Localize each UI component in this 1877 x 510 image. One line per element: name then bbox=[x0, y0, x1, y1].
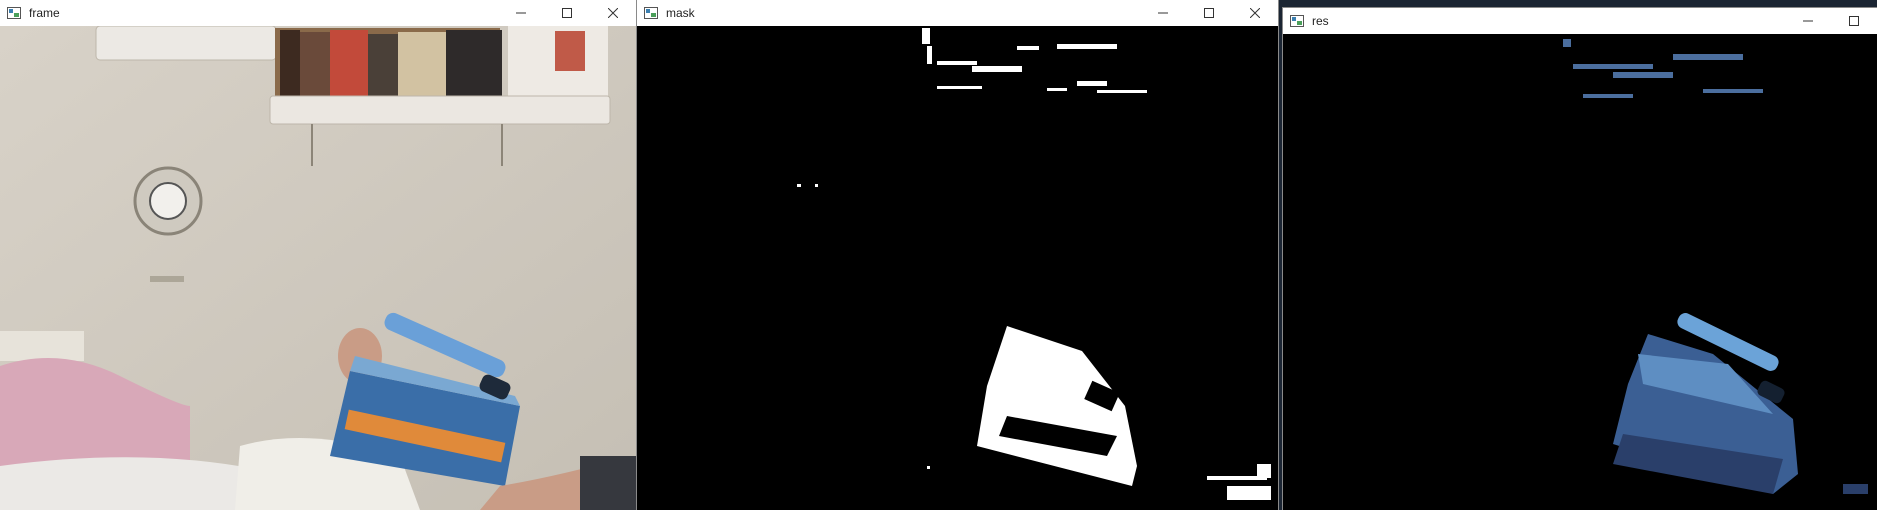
minimize-icon[interactable] bbox=[498, 0, 544, 26]
titlebar-frame[interactable]: frame bbox=[0, 0, 636, 26]
close-icon[interactable] bbox=[1232, 0, 1278, 26]
result-image bbox=[1283, 34, 1877, 510]
titlebar-mask[interactable]: mask bbox=[637, 0, 1278, 26]
maximize-icon[interactable] bbox=[1831, 8, 1877, 34]
close-icon[interactable] bbox=[590, 0, 636, 26]
window-res[interactable]: res bbox=[1283, 8, 1877, 510]
minimize-icon[interactable] bbox=[1785, 8, 1831, 34]
opencv-window-icon bbox=[1290, 15, 1304, 27]
maximize-icon[interactable] bbox=[544, 0, 590, 26]
window-title: frame bbox=[29, 6, 60, 20]
mask-image bbox=[637, 26, 1278, 510]
window-title: mask bbox=[666, 6, 695, 20]
titlebar-res[interactable]: res bbox=[1283, 8, 1877, 34]
camera-frame-image bbox=[0, 26, 636, 510]
window-mask[interactable]: mask bbox=[637, 0, 1278, 510]
window-frame[interactable]: frame bbox=[0, 0, 636, 510]
window-title: res bbox=[1312, 14, 1329, 28]
opencv-window-icon bbox=[644, 7, 658, 19]
maximize-icon[interactable] bbox=[1186, 0, 1232, 26]
minimize-icon[interactable] bbox=[1140, 0, 1186, 26]
opencv-window-icon bbox=[7, 7, 21, 19]
